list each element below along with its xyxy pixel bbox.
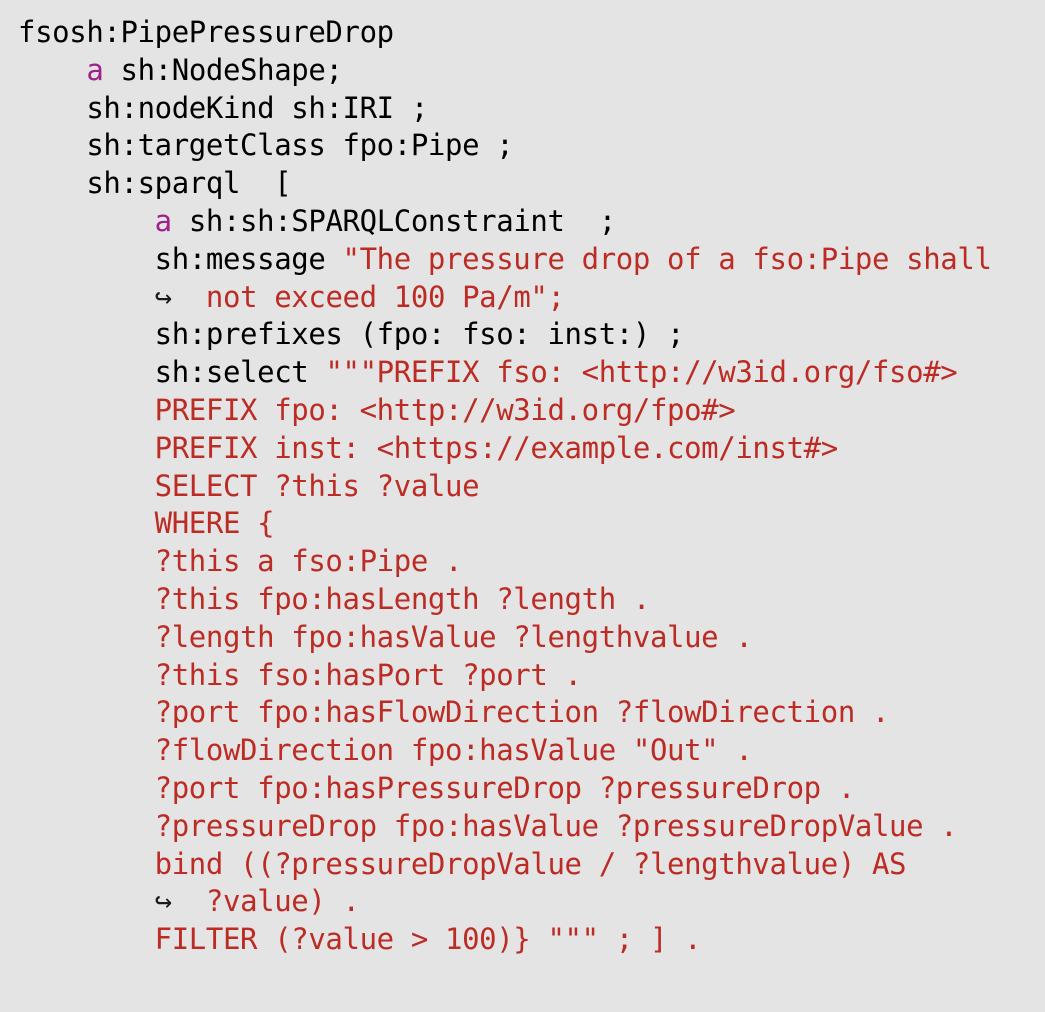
code-token-keyword: a xyxy=(154,203,172,238)
code-token-string: PREFIX inst: <https://example.com/inst#> xyxy=(154,430,839,465)
code-token-string: FILTER (?value > 100)} """ ; ] . xyxy=(154,922,702,957)
code-token-string: ?port fpo:hasPressureDrop ?pressureDrop … xyxy=(154,770,856,805)
code-token-plain: sh:select xyxy=(154,355,326,390)
code-token-string: ?this a fso:Pipe . xyxy=(154,544,463,579)
code-line: PREFIX inst: <https://example.com/inst#> xyxy=(18,430,1045,468)
code-token-plain: sh:sh:SPARQLConstraint ; xyxy=(171,203,616,238)
code-line: sh:message "The pressure drop of a fso:P… xyxy=(18,241,1045,279)
line-continuation-icon: ↪ xyxy=(154,279,172,314)
code-line: fsosh:PipePressureDrop xyxy=(18,14,1045,52)
code-token-string: "The pressure drop of a fso:Pipe shall xyxy=(342,241,992,276)
code-line: sh:select """PREFIX fso: <http://w3id.or… xyxy=(18,354,1045,392)
code-listing: fsosh:PipePressureDrop a sh:NodeShape; s… xyxy=(0,0,1045,1012)
code-line: ?flowDirection fpo:hasValue "Out" . xyxy=(18,732,1045,770)
code-token-string: WHERE { xyxy=(154,506,275,541)
code-token-string: ?length fpo:hasValue ?lengthvalue . xyxy=(154,619,753,654)
code-token-plain: fsosh:PipePressureDrop xyxy=(18,15,394,49)
code-line: sh:sparql [ xyxy=(18,165,1045,203)
code-token-string: ?value) . xyxy=(205,884,360,919)
code-token-plain: sh:prefixes (fpo: fso: inst:) ; xyxy=(154,317,685,352)
code-line: bind ((?pressureDropValue / ?lengthvalue… xyxy=(18,846,1045,884)
continuation-gap xyxy=(172,884,206,918)
code-line: ?this a fso:Pipe . xyxy=(18,543,1045,581)
continuation-gap xyxy=(172,280,206,314)
code-line: SELECT ?this ?value xyxy=(18,468,1045,506)
code-line: sh:nodeKind sh:IRI ; xyxy=(18,90,1045,128)
code-token-string: ?this fpo:hasLength ?length . xyxy=(154,581,651,616)
code-token-string: not exceed 100 Pa/m"; xyxy=(205,279,565,314)
code-token-string: ?port fpo:hasFlowDirection ?flowDirectio… xyxy=(154,695,890,730)
code-line: ↪ ?value) . xyxy=(18,883,1045,921)
code-token-string: ?pressureDrop fpo:hasValue ?pressureDrop… xyxy=(154,808,958,843)
code-line: sh:targetClass fpo:Pipe ; xyxy=(18,127,1045,165)
code-token-plain: sh:message xyxy=(154,241,343,276)
code-token-string: ?flowDirection fpo:hasValue "Out" . xyxy=(154,733,753,768)
code-line: a sh:sh:SPARQLConstraint ; xyxy=(18,203,1045,241)
code-line: ?this fso:hasPort ?port . xyxy=(18,657,1045,695)
code-token-string: ?this fso:hasPort ?port . xyxy=(154,657,582,692)
code-token-string: """PREFIX fso: <http://w3id.org/fso#> xyxy=(325,355,958,390)
line-continuation-icon: ↪ xyxy=(154,884,172,919)
code-token-plain: sh:sparql [ xyxy=(86,166,292,201)
code-line: FILTER (?value > 100)} """ ; ] . xyxy=(18,921,1045,959)
code-line: ?length fpo:hasValue ?lengthvalue . xyxy=(18,619,1045,657)
code-token-string: SELECT ?this ?value xyxy=(154,468,480,503)
code-line: PREFIX fpo: <http://w3id.org/fpo#> xyxy=(18,392,1045,430)
code-line: WHERE { xyxy=(18,505,1045,543)
code-token-plain: sh:nodeKind sh:IRI ; xyxy=(86,90,428,125)
code-line: ?port fpo:hasPressureDrop ?pressureDrop … xyxy=(18,770,1045,808)
code-line: a sh:NodeShape; xyxy=(18,52,1045,90)
code-line: ?port fpo:hasFlowDirection ?flowDirectio… xyxy=(18,694,1045,732)
code-token-plain: sh:NodeShape; xyxy=(103,52,343,87)
code-token-plain: sh:targetClass fpo:Pipe ; xyxy=(86,128,514,163)
code-line: sh:prefixes (fpo: fso: inst:) ; xyxy=(18,316,1045,354)
code-line: ?pressureDrop fpo:hasValue ?pressureDrop… xyxy=(18,808,1045,846)
code-line: ?this fpo:hasLength ?length . xyxy=(18,581,1045,619)
code-token-string: bind ((?pressureDropValue / ?lengthvalue… xyxy=(154,846,907,881)
code-token-string: PREFIX fpo: <http://w3id.org/fpo#> xyxy=(154,392,736,427)
code-line: ↪ not exceed 100 Pa/m"; xyxy=(18,279,1045,317)
code-token-keyword: a xyxy=(86,52,104,87)
